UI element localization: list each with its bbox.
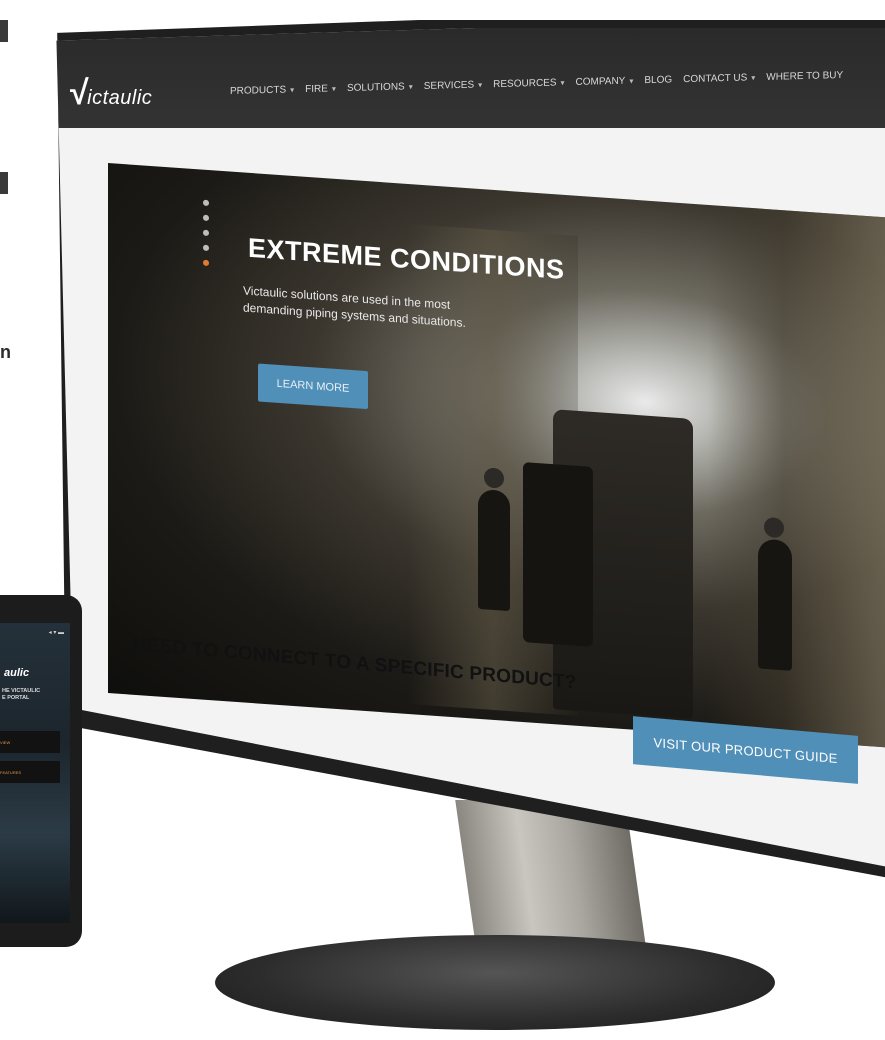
tunnel-wall-right (708, 204, 885, 749)
nav-item-resources[interactable]: RESOURCES ▾ (493, 77, 564, 90)
phone-button[interactable]: VIEW (0, 731, 60, 753)
chevron-down-icon: ▾ (629, 76, 634, 86)
worker-figure (478, 488, 510, 612)
decor-bar-top (0, 20, 8, 42)
site-header: √ictaulic PRODUCTS ▾ FIRE ▾ SOLUTIONS ▾ SER… (56, 28, 885, 128)
nav-item-fire[interactable]: FIRE ▾ (305, 83, 336, 95)
nav-item-company[interactable]: COMPANY ▾ (576, 75, 634, 88)
carousel-dot[interactable] (203, 244, 209, 252)
carousel-dots (203, 199, 209, 267)
chevron-down-icon: ▾ (478, 80, 483, 90)
learn-more-button[interactable]: LEARN MORE (258, 363, 368, 410)
phone-status-bar: ◂ ▾ ▬ (48, 630, 64, 636)
chevron-down-icon: ▾ (751, 73, 756, 83)
nav-item-blog[interactable]: BLOG (644, 74, 672, 86)
victaulic-logo[interactable]: √ictaulic (70, 74, 152, 113)
mobile-phone: ◂ ▾ ▬ aulic HE VICTAULIC E PORTAL VIEW F… (0, 595, 82, 947)
decor-bar-mid (0, 172, 8, 194)
nav-item-solutions[interactable]: SOLUTIONS ▾ (347, 81, 413, 94)
phone-screen: ◂ ▾ ▬ aulic HE VICTAULIC E PORTAL VIEW F… (0, 623, 70, 923)
monitor: √ictaulic PRODUCTS ▾ FIRE ▾ SOLUTIONS ▾ SER… (0, 0, 885, 1040)
phone-title-line: E PORTAL (2, 695, 30, 701)
phone-title: HE VICTAULIC E PORTAL (2, 688, 40, 702)
nav-item-contact-us[interactable]: CONTACT US ▾ (683, 72, 755, 85)
phone-logo: aulic (4, 667, 30, 679)
text-fragment: n (0, 342, 11, 362)
monitor-stand-base (215, 935, 775, 1030)
main-nav: PRODUCTS ▾ FIRE ▾ SOLUTIONS ▾ SERVICES ▾ RES… (230, 70, 843, 97)
chevron-down-icon: ▾ (408, 82, 413, 92)
nav-item-where-to-buy[interactable]: WHERE TO BUY (766, 70, 843, 83)
chevron-down-icon: ▾ (331, 84, 336, 94)
nav-item-products[interactable]: PRODUCTS ▾ (230, 84, 294, 97)
nav-item-services[interactable]: SERVICES ▾ (424, 79, 482, 92)
carousel-dot-active[interactable] (203, 259, 209, 267)
carousel-dot[interactable] (203, 214, 209, 222)
carousel-dot[interactable] (203, 229, 209, 237)
carousel-dot[interactable] (203, 199, 209, 207)
phone-button[interactable]: FEATURES (0, 761, 60, 783)
logo-wordmark: ictaulic (87, 87, 153, 109)
chevron-down-icon: ▾ (290, 85, 295, 95)
chevron-down-icon: ▾ (560, 78, 565, 88)
phone-title-line: HE VICTAULIC (2, 688, 41, 694)
worker-figure (758, 538, 792, 671)
